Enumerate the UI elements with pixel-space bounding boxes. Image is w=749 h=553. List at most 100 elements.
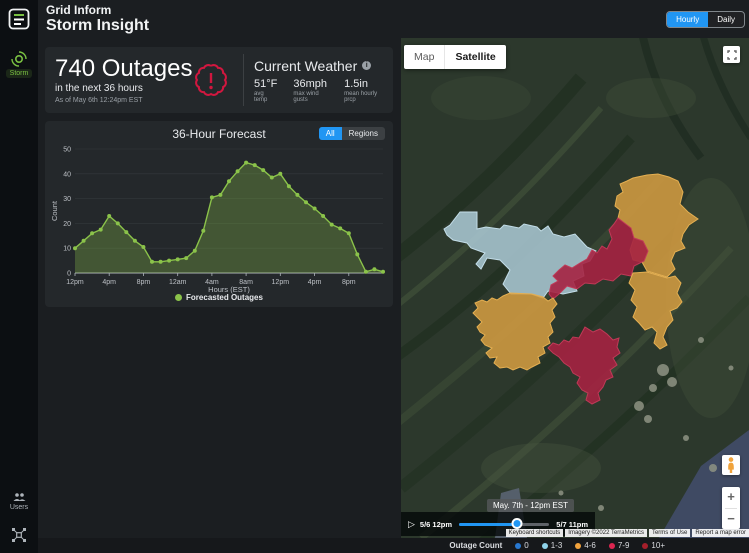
network-hub-icon bbox=[12, 528, 26, 542]
map-attribution: Keyboard shortcuts Imagery ©2022 TerraMet… bbox=[505, 529, 749, 537]
current-weather-title: Current Weather bbox=[254, 57, 358, 74]
alert-seal-wrap bbox=[183, 60, 239, 100]
svg-text:4pm: 4pm bbox=[102, 279, 116, 286]
page-title: Storm Insight bbox=[46, 17, 150, 34]
forecast-legend-dot bbox=[175, 294, 183, 301]
timeline-progress-fill bbox=[459, 522, 517, 526]
legend-label: 4-6 bbox=[584, 541, 596, 550]
outage-legend-item: 1-3 bbox=[541, 541, 563, 550]
timeline-track[interactable] bbox=[459, 518, 550, 529]
weather-metric-label: mean hourly prcp bbox=[344, 90, 378, 103]
outage-headline-block: 740 Outages in the next 36 hours As of M… bbox=[55, 55, 193, 104]
weather-metric-label: avg temp bbox=[254, 90, 268, 103]
zoom-in-button[interactable] bbox=[722, 487, 740, 508]
legend-dot bbox=[541, 542, 548, 549]
main-column: Grid Inform Storm Insight Hourly Daily 7… bbox=[38, 0, 749, 553]
info-icon[interactable] bbox=[362, 61, 372, 70]
outage-legend-item: 10+ bbox=[642, 541, 665, 550]
outage-legend-title: Outage Count bbox=[449, 541, 503, 550]
timeline-slider-handle[interactable] bbox=[511, 518, 523, 529]
attribution-imagery-2022-terrametrics: Imagery ©2022 TerraMetrics bbox=[565, 529, 647, 537]
app-logo[interactable] bbox=[8, 8, 30, 35]
forecast-chart-card: 36-Hour Forecast All Regions 0 10 20 30 40 50… bbox=[45, 121, 393, 307]
content-row: 740 Outages in the next 36 hours As of M… bbox=[38, 38, 749, 538]
svg-text:40: 40 bbox=[63, 171, 71, 178]
forecast-legend-label: Forecasted Outages bbox=[186, 293, 263, 302]
outage-legend-item: 0 bbox=[515, 541, 529, 550]
weather-metric: 51°F avg temp bbox=[254, 78, 277, 103]
pegman-button[interactable] bbox=[722, 455, 740, 475]
svg-text:0: 0 bbox=[67, 271, 71, 278]
legend-dot bbox=[608, 542, 615, 549]
grid-inform-logo-icon bbox=[8, 8, 30, 30]
timeline-tooltip: May. 7th - 12pm EST bbox=[487, 499, 574, 512]
weather-metric-value: 51°F bbox=[254, 77, 278, 90]
pegman-icon bbox=[728, 457, 734, 473]
outage-legend-items: 0 1-3 4-6 7-9 10+ bbox=[515, 541, 665, 550]
attribution-terms-of-use[interactable]: Terms of Use bbox=[648, 529, 691, 537]
svg-text:12pm: 12pm bbox=[66, 279, 84, 286]
sidebar-item-users-label: Users bbox=[9, 504, 29, 511]
storm-icon bbox=[11, 51, 27, 67]
forecast-area-chart[interactable]: 0102030405012pm 4pm 8pm 12am 4am 8am 12pm 4pm 8p… bbox=[49, 143, 389, 295]
weather-metrics-row: 51°F avg temp 36mph max wind gusts 1.5in mean… bbox=[254, 78, 383, 103]
users-icon bbox=[13, 493, 25, 501]
chart-legend: Forecasted Outages bbox=[45, 293, 393, 302]
weather-metric: 1.5in mean hourly prcp bbox=[344, 78, 383, 103]
map-container: Map Satellite + − May. 7th - 12pm EST ▷ … bbox=[401, 38, 749, 538]
alert-icon bbox=[195, 64, 227, 96]
weather-metric-value: 1.5in bbox=[344, 77, 368, 90]
fullscreen-button[interactable] bbox=[723, 46, 740, 63]
weather-metric-label: max wind gusts bbox=[293, 90, 319, 103]
outage-legend-group: Outage Count 0 1-3 4-6 7-9 10+ bbox=[449, 541, 665, 550]
sidebar-item-storm[interactable]: Storm bbox=[5, 51, 33, 78]
all-button[interactable]: All bbox=[318, 127, 342, 140]
hourly-button[interactable]: Hourly bbox=[667, 12, 709, 27]
legend-label: 1-3 bbox=[550, 541, 563, 550]
svg-text:Count: Count bbox=[50, 200, 59, 221]
outage-legend-bar: Outage Count 0 1-3 4-6 7-9 10+ bbox=[38, 538, 749, 553]
play-button[interactable] bbox=[408, 519, 415, 530]
sidebar-item-integrations[interactable] bbox=[11, 527, 27, 543]
attribution-report-a-map-error[interactable]: Report a map error bbox=[692, 529, 749, 537]
app-root: Storm Users Grid Inform Storm Insight Ho… bbox=[0, 0, 749, 553]
outage-legend-item: 4-6 bbox=[575, 541, 596, 550]
sidebar-item-storm-label: Storm bbox=[5, 69, 33, 78]
svg-text:12pm: 12pm bbox=[272, 279, 290, 286]
legend-label: 10+ bbox=[651, 541, 665, 550]
current-weather-block: Current Weather 51°Favg temp 36mphmax win… bbox=[254, 58, 383, 103]
legend-label: 0 bbox=[524, 541, 529, 550]
page-header: Grid Inform Storm Insight Hourly Daily bbox=[38, 0, 749, 38]
timeline-start-label: 5/6 12pm bbox=[419, 519, 453, 529]
satellite-map[interactable] bbox=[401, 38, 749, 538]
svg-text:8pm: 8pm bbox=[342, 279, 356, 286]
attribution-keyboard-shortcuts[interactable]: Keyboard shortcuts bbox=[505, 529, 564, 537]
timeline-end-label: 5/7 11pm bbox=[556, 519, 588, 529]
zoom-out-button[interactable] bbox=[722, 509, 740, 530]
map-type-control: Map Satellite bbox=[404, 45, 506, 69]
svg-text:12am: 12am bbox=[169, 279, 187, 286]
outage-count-headline: 740 Outages bbox=[55, 55, 193, 83]
sidebar-item-users[interactable]: Users bbox=[10, 492, 28, 511]
svg-text:30: 30 bbox=[63, 196, 71, 203]
vertical-divider bbox=[243, 54, 244, 106]
satellite-view-button[interactable]: Satellite bbox=[445, 45, 506, 69]
weather-metric-value: 36mph bbox=[293, 77, 327, 90]
legend-dot bbox=[642, 542, 649, 549]
hourly-daily-toggle: Hourly Daily bbox=[666, 11, 745, 28]
legend-dot bbox=[575, 542, 582, 549]
daily-button[interactable]: Daily bbox=[708, 12, 744, 27]
outage-summary-card: 740 Outages in the next 36 hours As of M… bbox=[45, 47, 393, 113]
svg-text:8pm: 8pm bbox=[137, 279, 151, 286]
zoom-control bbox=[722, 487, 740, 529]
left-panel: 740 Outages in the next 36 hours As of M… bbox=[38, 38, 401, 538]
map-view-button[interactable]: Map bbox=[404, 45, 445, 69]
svg-text:4pm: 4pm bbox=[308, 279, 322, 286]
weather-metric: 36mph max wind gusts bbox=[293, 78, 328, 103]
svg-text:10: 10 bbox=[63, 246, 71, 253]
outage-legend-item: 7-9 bbox=[608, 541, 629, 550]
all-regions-toggle: All Regions bbox=[318, 127, 385, 140]
outage-as-of: As of May 6th 12:24pm EST bbox=[55, 96, 143, 104]
regions-button[interactable]: Regions bbox=[342, 127, 385, 140]
product-name: Grid Inform bbox=[46, 3, 112, 17]
